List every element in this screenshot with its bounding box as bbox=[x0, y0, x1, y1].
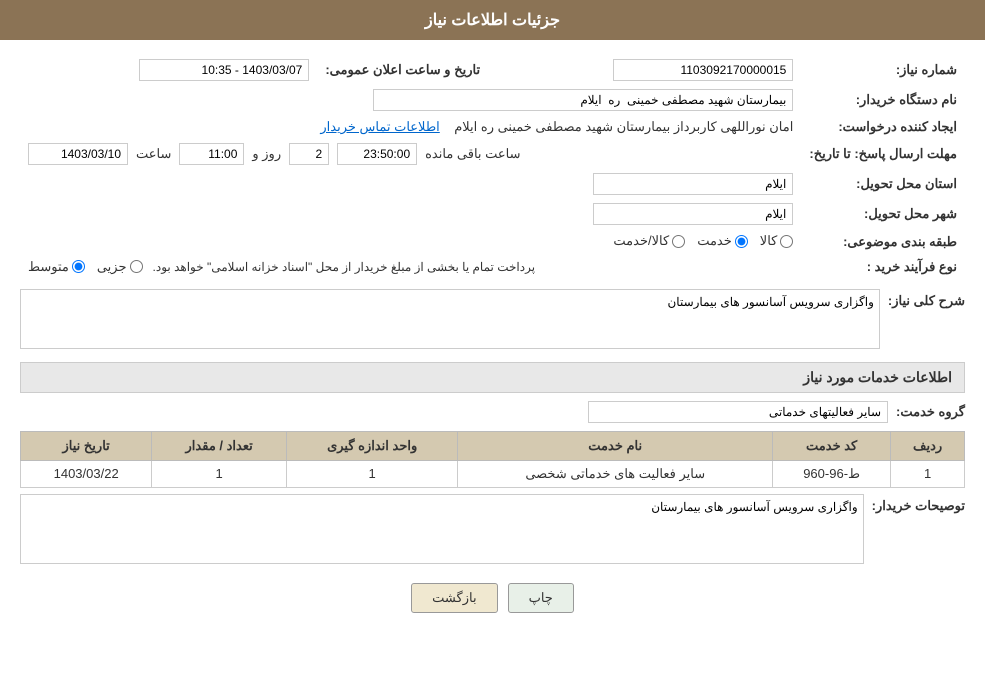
tabaqe-label: طبقه بندی موضوعی: bbox=[801, 229, 965, 255]
farayand-note: پرداخت تمام یا بخشی از مبلغ خریدار از مح… bbox=[153, 260, 536, 274]
no-farayand-value: متوسط جزیی پرداخت تمام یا بخشی از مبلغ خ… bbox=[20, 255, 801, 279]
button-area: چاپ بازگشت bbox=[20, 583, 965, 613]
grohe-khadamat-input[interactable] bbox=[588, 401, 888, 423]
tosih-label: توصیحات خریدار: bbox=[872, 494, 965, 514]
row-nam-dastgah: نام دستگاه خریدار: bbox=[20, 85, 965, 115]
table-cell-radif: 1 bbox=[891, 460, 965, 487]
info-section-header: اطلاعات خدمات مورد نیاز bbox=[20, 362, 965, 393]
tosih-row: توصیحات خریدار: bbox=[20, 494, 965, 567]
mohlat-date-input[interactable] bbox=[28, 143, 128, 165]
row-shomare-tarikh: شماره نیاز: تاریخ و ساعت اعلان عمومی: bbox=[20, 55, 965, 85]
radio-khadamat-label: خدمت bbox=[697, 233, 732, 249]
content-area: شماره نیاز: تاریخ و ساعت اعلان عمومی: نا… bbox=[0, 40, 985, 628]
mohlat-roz-input[interactable] bbox=[289, 143, 329, 165]
radio-jozii-label: جزیی bbox=[97, 259, 127, 275]
col-tarikh: تاریخ نیاز bbox=[21, 431, 152, 460]
row-no-farayand: نوع فرآیند خرید : متوسط جزیی bbox=[20, 255, 965, 279]
table-cell-vahed: 1 bbox=[286, 460, 457, 487]
shomare-niaz-input[interactable] bbox=[613, 59, 793, 81]
mohlat-label: مهلت ارسال پاسخ: تا تاریخ: bbox=[801, 139, 965, 169]
table-cell-tarikh: 1403/03/22 bbox=[21, 460, 152, 487]
radio-kala[interactable]: کالا bbox=[760, 233, 794, 249]
roz-label: روز و bbox=[252, 146, 281, 162]
sharh-koli-row: شرح کلی نیاز: bbox=[20, 289, 965, 352]
shahr-value bbox=[20, 199, 801, 229]
table-cell-kodKhadamat: ط-96-960 bbox=[773, 460, 891, 487]
nam-dastgah-label: نام دستگاه خریدار: bbox=[801, 85, 965, 115]
page-header: جزئیات اطلاعات نیاز bbox=[0, 0, 985, 40]
radio-kala-label: کالا bbox=[760, 233, 778, 249]
table-cell-namKhadamat: سایر فعالیت های خدماتی شخصی bbox=[458, 460, 773, 487]
table-header: ردیف کد خدمت نام خدمت واحد اندازه گیری ت… bbox=[21, 431, 965, 460]
shomare-niaz-value bbox=[488, 55, 801, 85]
page-wrapper: جزئیات اطلاعات نیاز شماره نیاز: تاریخ و … bbox=[0, 0, 985, 691]
col-radif: ردیف bbox=[891, 431, 965, 460]
grohe-khadamat-value bbox=[588, 401, 888, 423]
nam-dastgah-value bbox=[20, 85, 801, 115]
col-nam: نام خدمت bbox=[458, 431, 773, 460]
main-form-table: شماره نیاز: تاریخ و ساعت اعلان عمومی: نا… bbox=[20, 55, 965, 279]
radio-kala-khadamat[interactable]: کالا/خدمت bbox=[613, 233, 685, 249]
tarikh-input[interactable] bbox=[139, 59, 309, 81]
radio-kala-khadamat-input[interactable] bbox=[672, 235, 685, 248]
ijad-konande-value: امان نوراللهی کاربرداز بیمارستان شهید مص… bbox=[20, 115, 801, 139]
grohe-khadamat-row: گروه خدمت: bbox=[20, 401, 965, 423]
no-farayand-label: نوع فرآیند خرید : bbox=[801, 255, 965, 279]
radio-khadamat-input[interactable] bbox=[735, 235, 748, 248]
grohe-khadamat-label: گروه خدمت: bbox=[896, 404, 965, 420]
col-tedad: تعداد / مقدار bbox=[152, 431, 287, 460]
ostan-input[interactable] bbox=[593, 173, 793, 195]
table-body: 1ط-96-960سایر فعالیت های خدماتی شخصی1114… bbox=[21, 460, 965, 487]
tabaqe-value: کالا/خدمت خدمت کالا bbox=[20, 229, 801, 255]
print-button[interactable]: چاپ bbox=[508, 583, 574, 613]
page-title: جزئیات اطلاعات نیاز bbox=[425, 12, 560, 29]
table-header-row: ردیف کد خدمت نام خدمت واحد اندازه گیری ت… bbox=[21, 431, 965, 460]
saat-label: ساعت bbox=[136, 146, 171, 162]
shahr-label: شهر محل تحویل: bbox=[801, 199, 965, 229]
ostan-value bbox=[20, 169, 801, 199]
row-tabaqe: طبقه بندی موضوعی: کالا/خدمت خدمت کالا bbox=[20, 229, 965, 255]
sharh-koli-label: شرح کلی نیاز: bbox=[888, 289, 965, 309]
ijad-konande-text: امان نوراللهی کاربرداز بیمارستان شهید مص… bbox=[454, 119, 793, 134]
radio-motovaset[interactable]: متوسط bbox=[28, 259, 85, 275]
table-row: 1ط-96-960سایر فعالیت های خدماتی شخصی1114… bbox=[21, 460, 965, 487]
radio-jozii-input[interactable] bbox=[130, 260, 143, 273]
sharh-koli-textarea[interactable] bbox=[20, 289, 880, 349]
ettelaat-link[interactable]: اطلاعات تماس خریدار bbox=[320, 119, 439, 134]
shahr-input[interactable] bbox=[593, 203, 793, 225]
ijad-konande-label: ایجاد کننده درخواست: bbox=[801, 115, 965, 139]
table-cell-tedad: 1 bbox=[152, 460, 287, 487]
shomare-niaz-label: شماره نیاز: bbox=[801, 55, 965, 85]
nam-dastgah-input[interactable] bbox=[373, 89, 793, 111]
mande-label: ساعت باقی مانده bbox=[425, 146, 520, 162]
mohlat-saat-input[interactable] bbox=[179, 143, 244, 165]
row-shahr: شهر محل تحویل: bbox=[20, 199, 965, 229]
tosih-textarea[interactable] bbox=[20, 494, 864, 564]
radio-motovaset-input[interactable] bbox=[72, 260, 85, 273]
sharh-koli-container bbox=[20, 289, 880, 352]
services-table: ردیف کد خدمت نام خدمت واحد اندازه گیری ت… bbox=[20, 431, 965, 488]
tarikh-label: تاریخ و ساعت اعلان عمومی: bbox=[317, 55, 488, 85]
mohlat-mande-input[interactable] bbox=[337, 143, 417, 165]
row-ijad-konande: ایجاد کننده درخواست: امان نوراللهی کاربر… bbox=[20, 115, 965, 139]
radio-kala-khadamat-label: کالا/خدمت bbox=[613, 233, 669, 249]
row-mohlat: مهلت ارسال پاسخ: تا تاریخ: ساعت روز و سا… bbox=[20, 139, 965, 169]
tosih-container bbox=[20, 494, 864, 567]
col-kod: کد خدمت bbox=[773, 431, 891, 460]
radio-jozii[interactable]: جزیی bbox=[97, 259, 143, 275]
radio-kala-input[interactable] bbox=[780, 235, 793, 248]
mohlat-value: ساعت روز و ساعت باقی مانده bbox=[20, 139, 801, 169]
col-vahed: واحد اندازه گیری bbox=[286, 431, 457, 460]
tarikh-value bbox=[20, 55, 317, 85]
radio-motovaset-label: متوسط bbox=[28, 259, 69, 275]
row-ostan: استان محل تحویل: bbox=[20, 169, 965, 199]
radio-khadamat[interactable]: خدمت bbox=[697, 233, 748, 249]
ostan-label: استان محل تحویل: bbox=[801, 169, 965, 199]
back-button[interactable]: بازگشت bbox=[411, 583, 497, 613]
